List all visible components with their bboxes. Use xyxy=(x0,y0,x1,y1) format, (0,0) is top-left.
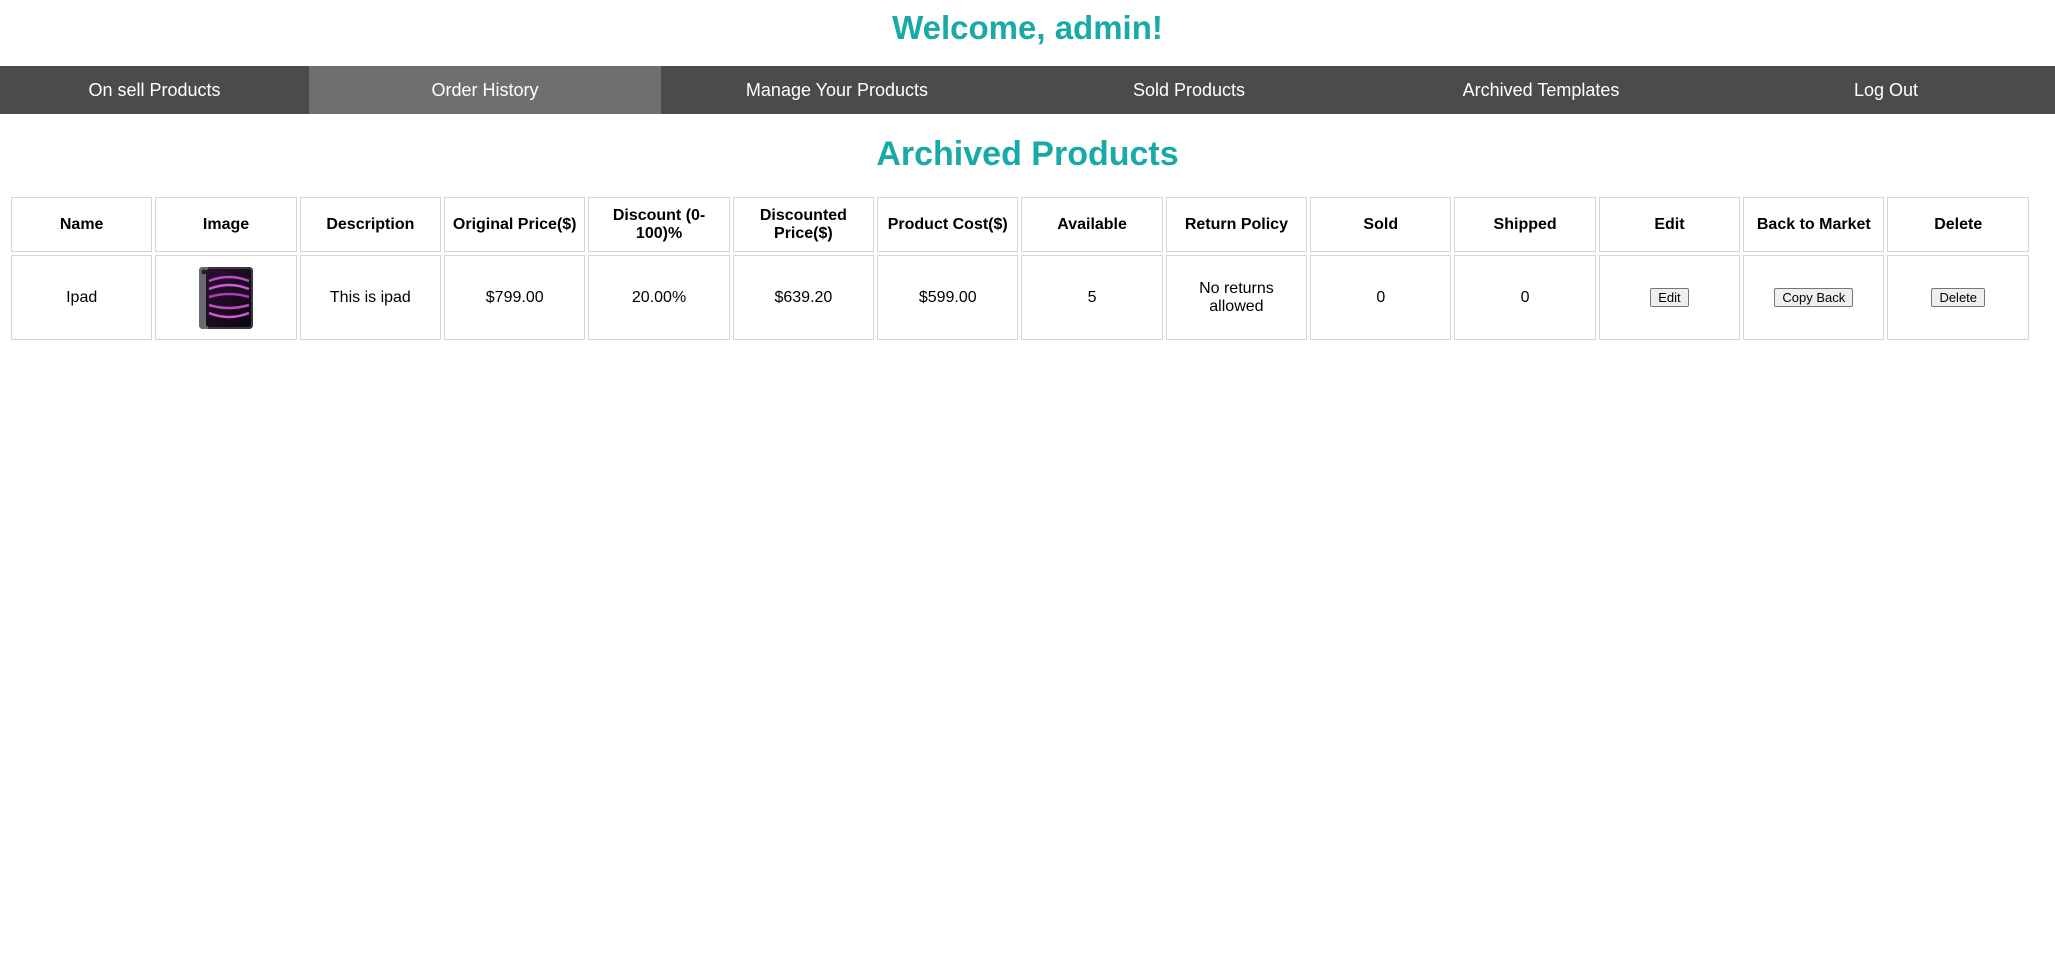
header-product-cost: Product Cost($) xyxy=(877,197,1019,252)
cell-sold: 0 xyxy=(1310,255,1452,340)
header-available: Available xyxy=(1021,197,1163,252)
archived-products-table: Name Image Description Original Price($)… xyxy=(8,194,2032,343)
section-title: Archived Products xyxy=(876,135,1179,173)
header-name: Name xyxy=(11,197,153,252)
nav-sold-products[interactable]: Sold Products xyxy=(1013,66,1365,114)
nav-on-sell-products[interactable]: On sell Products xyxy=(0,66,309,114)
nav-order-history[interactable]: Order History xyxy=(309,66,661,114)
header-delete: Delete xyxy=(1887,197,2029,252)
delete-button[interactable]: Delete xyxy=(1931,288,1986,307)
header-edit: Edit xyxy=(1598,197,1741,252)
cell-back-to-market: Copy Back xyxy=(1743,255,1885,340)
welcome-heading: Welcome, admin! xyxy=(892,9,1163,46)
header-discounted-price: Discounted Price($) xyxy=(732,197,875,252)
nav-archived-templates[interactable]: Archived Templates xyxy=(1365,66,1717,114)
header-image: Image xyxy=(155,197,297,252)
cell-available: 5 xyxy=(1021,255,1163,340)
header-sold: Sold xyxy=(1310,197,1452,252)
cell-discount: 20.00% xyxy=(588,255,730,340)
cell-delete: Delete xyxy=(1887,255,2029,340)
nav-manage-your-products[interactable]: Manage Your Products xyxy=(661,66,1013,114)
copy-back-button[interactable]: Copy Back xyxy=(1774,288,1854,307)
cell-edit: Edit xyxy=(1598,255,1741,340)
cell-discounted-price: $639.20 xyxy=(732,255,875,340)
cell-return-policy: No returns allowed xyxy=(1165,255,1308,340)
cell-shipped: 0 xyxy=(1454,255,1596,340)
table-row: Ipad This is ipad $799.00 20.00% $639.20… xyxy=(11,255,2029,340)
cell-description: This is ipad xyxy=(299,255,442,340)
edit-button[interactable]: Edit xyxy=(1650,288,1689,307)
header-back-to-market: Back to Market xyxy=(1743,197,1885,252)
ipad-product-image xyxy=(199,266,254,329)
table-header-row: Name Image Description Original Price($)… xyxy=(11,197,2029,252)
header-shipped: Shipped xyxy=(1454,197,1596,252)
header-return-policy: Return Policy xyxy=(1165,197,1308,252)
cell-original-price: $799.00 xyxy=(444,255,586,340)
cell-image xyxy=(155,255,297,340)
nav-log-out[interactable]: Log Out xyxy=(1717,66,2055,114)
cell-product-cost: $599.00 xyxy=(877,255,1019,340)
cell-name: Ipad xyxy=(11,255,153,340)
header-original-price: Original Price($) xyxy=(444,197,586,252)
header-discount: Discount (0-100)% xyxy=(588,197,730,252)
top-navbar: On sell Products Order History Manage Yo… xyxy=(0,66,2055,114)
header-description: Description xyxy=(299,197,442,252)
